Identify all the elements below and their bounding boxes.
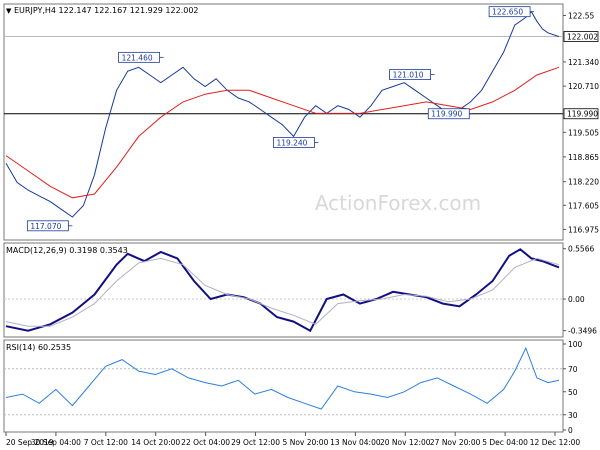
x-tick-label: 27 Nov 20:00 xyxy=(430,438,481,447)
x-tick-label: 13 Nov 04:00 xyxy=(330,438,381,447)
rsi-y-tick-label: 100 xyxy=(568,340,583,349)
x-tick-label: 20 Nov 12:00 xyxy=(380,438,431,447)
watermark: ActionForex.com xyxy=(315,191,481,215)
level-price-tag: 119.990 xyxy=(567,110,598,119)
price-series-line-1 xyxy=(5,66,560,199)
rsi-level-lines xyxy=(4,368,563,416)
price-title-marker: ▼ xyxy=(6,7,12,15)
macd-title: MACD(12,26,9) 0.3198 0.3543 xyxy=(6,246,128,255)
annotation-label: 119.990 xyxy=(431,110,462,119)
price-y-tick-label: 117.605 xyxy=(568,201,599,210)
rsi-y-tick-label: 50 xyxy=(568,388,578,397)
macd-y-tick-label: 0.5566 xyxy=(568,245,594,254)
x-tick-label: 12 Dec 12:00 xyxy=(530,438,581,447)
price-y-tick-label: 122.55 xyxy=(568,12,594,21)
macd-panel-frame xyxy=(3,242,564,338)
x-tick-label: 5 Dec 04:00 xyxy=(482,438,528,447)
price-y-tick-label: 118.865 xyxy=(568,153,599,162)
macd-y-tick-label: -0.3496 xyxy=(568,327,597,336)
rsi-y-tick-label: 30 xyxy=(568,411,578,420)
price-series-line-0 xyxy=(5,10,560,218)
macd-series-line-0 xyxy=(5,248,560,333)
rsi-panel-frame xyxy=(3,339,564,433)
x-tick-label: 14 Oct 20:00 xyxy=(131,438,180,447)
x-tick-label: 5 Nov 20:00 xyxy=(283,438,329,447)
price-y-tick-label: 116.975 xyxy=(568,225,599,234)
x-tick-label: 30 Sep 04:00 xyxy=(31,438,81,447)
rsi-title: RSI(14) 60.2535 xyxy=(6,343,71,352)
macd-y-axis: 0.5566 0.00 -0.3496 xyxy=(563,245,597,336)
macd-panel: 0.5566 0.00 -0.3496 MACD(12,26,9) 0.3198 0… xyxy=(3,242,597,338)
annotation-label: 119.240 xyxy=(276,139,307,148)
x-axis: 20 Sep 201930 Sep 04:00 7 Oct 12:00 14 Oct… xyxy=(5,432,581,447)
chart-svg: ActionForex.com 121.460 117.070 119.240 121… xyxy=(3,3,599,447)
price-y-tick-label: 120.710 xyxy=(568,82,599,91)
x-tick-label: 29 Oct 12:00 xyxy=(231,438,280,447)
rsi-y-tick-label: 0 xyxy=(568,426,573,435)
price-panel: ActionForex.com 121.460 117.070 119.240 121… xyxy=(3,3,599,241)
price-y-tick-label: 121.340 xyxy=(568,58,599,67)
annotation-label: 117.070 xyxy=(30,222,61,231)
rsi-panel: 100 70 50 30 0 RSI(14) 60.2535 xyxy=(3,339,583,435)
macd-y-tick-label: 0.00 xyxy=(568,295,585,304)
annotation-label: 121.460 xyxy=(122,53,153,62)
price-y-axis: 122.55 121.340 120.710 119.505 118.865 118.22… xyxy=(563,12,599,234)
annotation-label: 121.010 xyxy=(393,71,424,80)
price-y-tick-label: 119.505 xyxy=(568,128,599,137)
current-price-tag: 122.002 xyxy=(567,33,598,42)
rsi-y-tick-label: 70 xyxy=(568,365,578,374)
rsi-y-axis: 100 70 50 30 0 xyxy=(563,340,583,435)
rsi-series-line-0 xyxy=(5,346,560,410)
x-tick-label: 7 Oct 12:00 xyxy=(84,438,128,447)
price-y-tick-label: 118.220 xyxy=(568,178,599,187)
macd-series-line-1 xyxy=(5,257,560,327)
macd-series-group xyxy=(5,248,560,333)
price-series-group xyxy=(5,10,560,218)
annotation-label: 122.650 xyxy=(492,8,523,17)
rsi-series-group xyxy=(5,346,560,410)
x-tick-label: 22 Oct 04:00 xyxy=(181,438,230,447)
price-title: EURJPY,H4 122.147 122.167 121.929 122.00… xyxy=(14,6,199,15)
